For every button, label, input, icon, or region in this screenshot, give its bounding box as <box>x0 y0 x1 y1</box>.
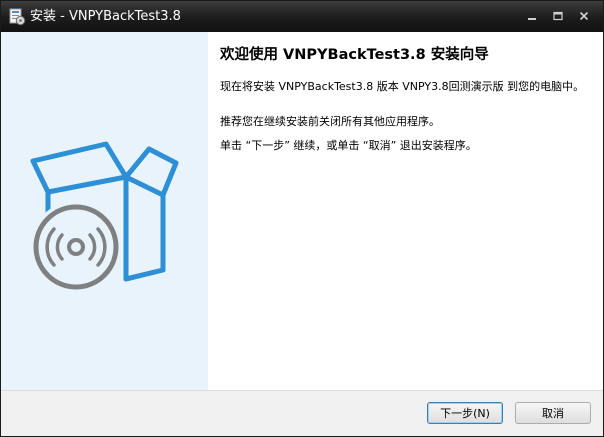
window-title: 安装 - VNPYBackTest3.8 <box>30 9 181 24</box>
maximize-button[interactable] <box>545 7 571 25</box>
minimize-button[interactable] <box>519 7 545 25</box>
button-bar: 下一步(N) 取消 <box>1 390 603 436</box>
install-info-text: 现在将安装 VNPYBackTest3.8 版本 VNPY3.8回测演示版 到您… <box>220 80 585 93</box>
close-button[interactable] <box>571 7 597 25</box>
wizard-content: 欢迎使用 VNPYBackTest3.8 安装向导 现在将安装 VNPYBack… <box>208 32 603 390</box>
maximize-icon <box>553 11 563 21</box>
close-icon <box>579 11 589 21</box>
close-apps-text: 推荐您在继续安装前关闭所有其他应用程序。 <box>220 115 440 128</box>
next-button[interactable]: 下一步(N) <box>427 402 503 424</box>
minimize-icon <box>528 18 536 20</box>
wizard-side-panel <box>1 32 208 390</box>
installer-icon[interactable] <box>8 8 26 26</box>
welcome-heading: 欢迎使用 VNPYBackTest3.8 安装向导 <box>220 47 489 63</box>
installer-window: 安装 - VNPYBackTest3.8 欢迎使用 VNPYBackTest3.… <box>0 0 604 437</box>
cancel-button[interactable]: 取消 <box>515 402 591 424</box>
window-controls <box>519 7 597 25</box>
software-box-with-disc-icon <box>30 141 179 293</box>
instruction-text: 单击 “下一步” 继续，或单击 “取消” 退出安装程序。 <box>220 139 477 152</box>
title-bar[interactable]: 安装 - VNPYBackTest3.8 <box>1 1 603 32</box>
